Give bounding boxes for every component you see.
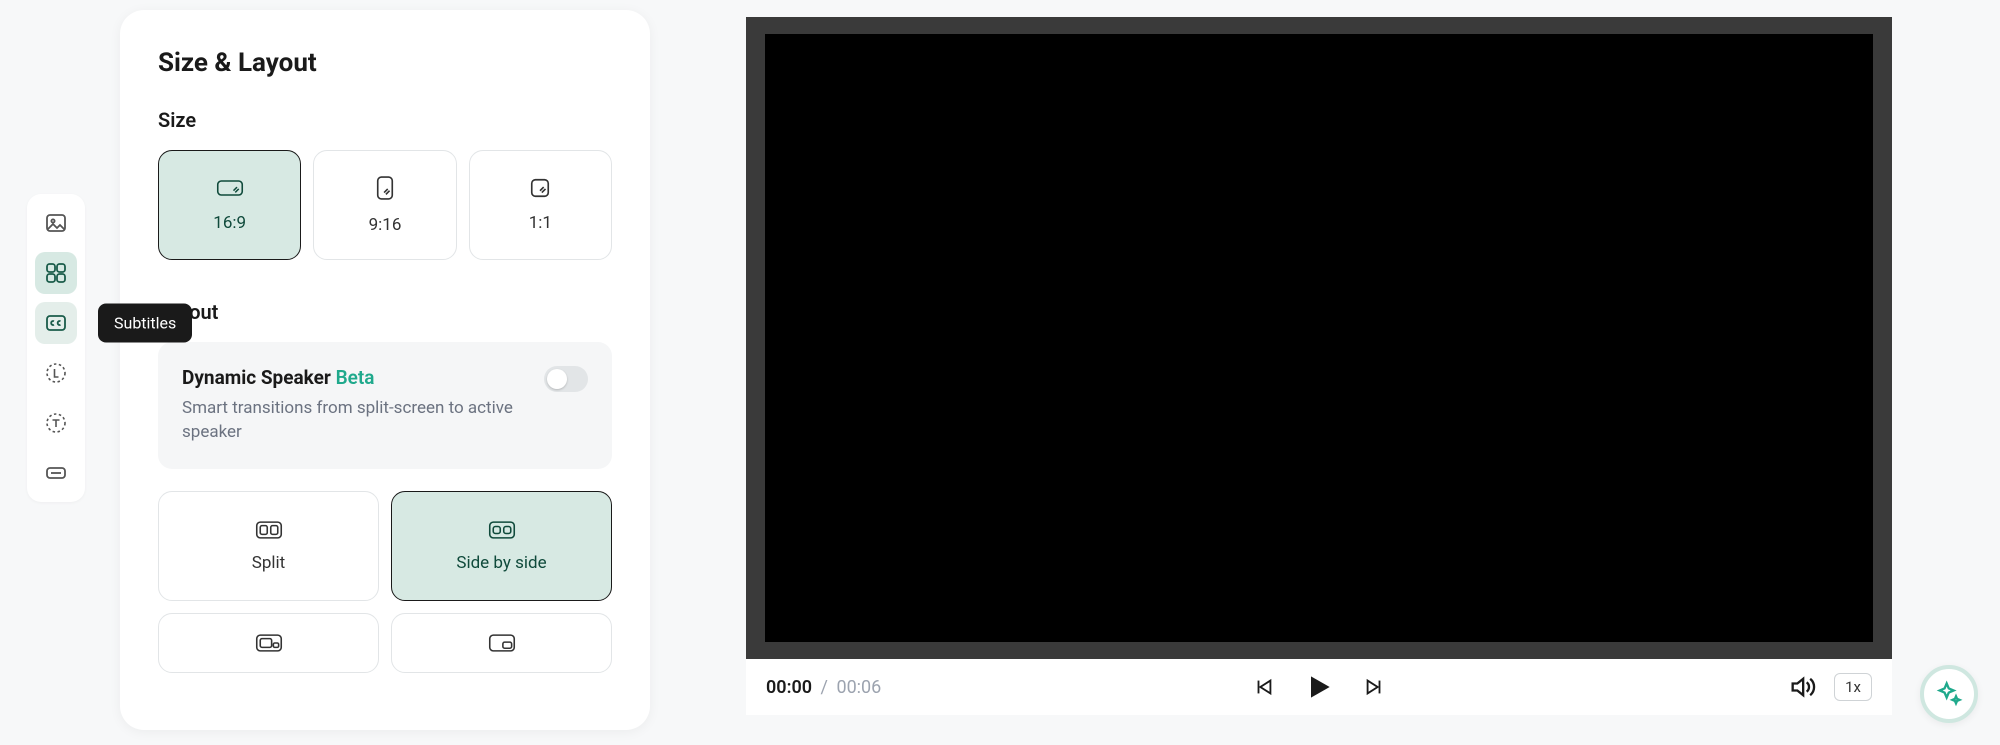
pip-corner-icon	[488, 632, 516, 654]
volume-button[interactable]	[1788, 673, 1816, 701]
dynamic-speaker-card: Dynamic Speaker Beta Smart transitions f…	[158, 342, 612, 469]
tool-rail: Subtitles	[27, 194, 85, 502]
size-options: 16:9 9:16 1:1	[158, 150, 612, 260]
rail-image-button[interactable]	[35, 202, 77, 244]
ai-assistant-button[interactable]	[1920, 665, 1978, 723]
square-icon	[529, 177, 551, 199]
playback-speed-button[interactable]: 1x	[1834, 673, 1872, 701]
size-label: 9:16	[369, 215, 402, 235]
size-1-1-button[interactable]: 1:1	[469, 150, 612, 260]
dynamic-speaker-toggle[interactable]	[544, 366, 588, 392]
player-controls: 00:00 / 00:06	[746, 659, 1892, 715]
size-label: 1:1	[529, 213, 552, 233]
dynamic-speaker-desc: Smart transitions from split-screen to a…	[182, 397, 528, 445]
size-9-16-button[interactable]: 9:16	[313, 150, 456, 260]
cc-icon	[44, 311, 68, 335]
side-by-side-icon	[488, 519, 516, 541]
right-controls: 1x	[1788, 673, 1872, 701]
layout-section-label: Layout	[158, 300, 612, 324]
grid-icon	[44, 261, 68, 285]
rail-captions-style-button[interactable]	[35, 452, 77, 494]
layout-options: Split Side by side	[158, 491, 612, 673]
skip-back-button[interactable]	[1253, 676, 1275, 698]
rail-logo-button[interactable]	[35, 352, 77, 394]
layout-option-4-button[interactable]	[391, 613, 612, 673]
transport-controls	[1253, 671, 1385, 703]
time-total: 00:06	[836, 677, 881, 698]
logo-l-icon	[44, 361, 68, 385]
rail-text-button[interactable]	[35, 402, 77, 444]
landscape-icon	[216, 177, 244, 199]
time-separator: /	[821, 677, 828, 698]
portrait-icon	[375, 175, 395, 201]
text-t-icon	[44, 411, 68, 435]
time-current: 00:00	[766, 677, 812, 698]
video-preview-area	[746, 17, 1892, 659]
size-16-9-button[interactable]: 16:9	[158, 150, 301, 260]
layout-side-by-side-button[interactable]: Side by side	[391, 491, 612, 601]
size-section-label: Size	[158, 108, 612, 132]
pip-small-icon	[255, 632, 283, 654]
skip-forward-icon	[1363, 676, 1385, 698]
layout-label: Split	[252, 553, 285, 573]
volume-icon	[1788, 673, 1816, 701]
image-icon	[44, 211, 68, 235]
split-icon	[255, 519, 283, 541]
sparkle-icon	[1935, 680, 1963, 708]
dynamic-speaker-title: Dynamic Speaker Beta	[182, 366, 528, 389]
size-layout-panel: Size & Layout Size 16:9 9:16 1:1 Layout	[120, 10, 650, 730]
rail-subtitles-button[interactable]: Subtitles	[35, 302, 77, 344]
timecode: 00:00 / 00:06	[766, 677, 881, 698]
panel-title: Size & Layout	[158, 48, 612, 78]
skip-forward-button[interactable]	[1363, 676, 1385, 698]
layout-split-button[interactable]: Split	[158, 491, 379, 601]
size-label: 16:9	[213, 213, 246, 233]
layout-label: Side by side	[456, 553, 546, 573]
play-button[interactable]	[1303, 671, 1335, 703]
caption-bar-icon	[44, 461, 68, 485]
skip-back-icon	[1253, 676, 1275, 698]
play-icon	[1303, 671, 1335, 703]
rail-size-layout-button[interactable]	[35, 252, 77, 294]
beta-badge: Beta	[336, 366, 375, 389]
subtitles-tooltip: Subtitles	[98, 304, 192, 343]
layout-option-3-button[interactable]	[158, 613, 379, 673]
video-canvas[interactable]	[765, 34, 1873, 642]
